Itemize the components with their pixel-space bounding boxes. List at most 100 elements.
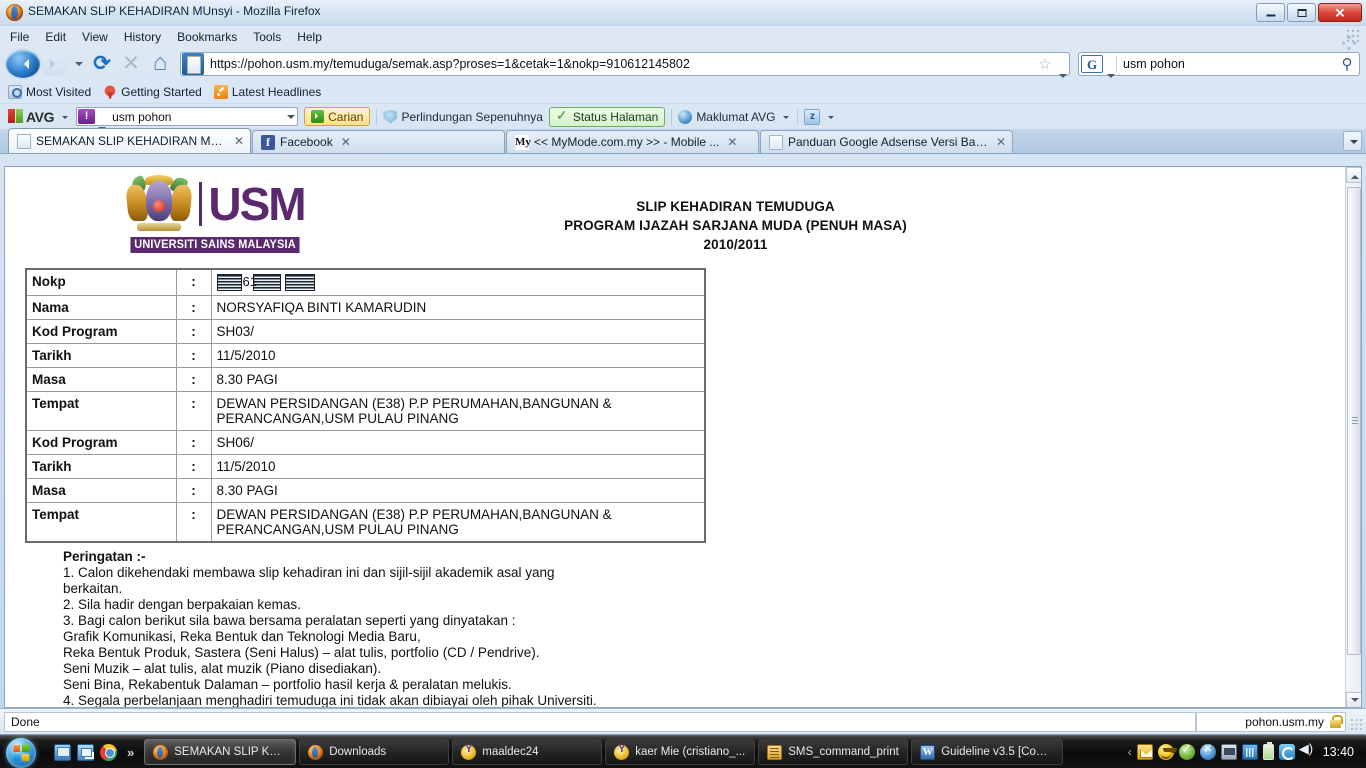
scroll-up-icon[interactable] [1346, 167, 1361, 183]
tab-close-icon[interactable]: ✕ [996, 135, 1006, 149]
taskbar-item-semakan-slip[interactable]: SEMAKAN SLIP KEH... [144, 739, 297, 765]
avg-search-history-icon[interactable] [283, 108, 297, 125]
avg-page-status-button[interactable]: Status Halaman [548, 106, 666, 127]
check-icon [556, 107, 569, 124]
clock[interactable]: 13:40 [1321, 745, 1358, 759]
taskbar-item-maaldec24[interactable]: maaldec24 [452, 739, 603, 765]
avg-extra-dropdown-icon[interactable] [826, 108, 836, 126]
show-desktop-icon[interactable] [54, 743, 71, 761]
row-separator: : [175, 343, 212, 368]
avg-info-dropdown-icon[interactable] [781, 108, 791, 126]
back-button[interactable] [6, 50, 40, 78]
title-line-1: SLIP KEHADIRAN TEMUDUGA [636, 199, 835, 214]
tab-close-icon[interactable]: ✕ [341, 135, 351, 149]
row-separator: : [175, 391, 212, 431]
yahoo-icon[interactable]: ! [78, 109, 96, 124]
avg-search-button[interactable]: Carian [304, 107, 371, 126]
url-input[interactable]: https://pohon.usm.my/temuduga/semak.asp?… [206, 57, 1034, 71]
taskbar: » SEMAKAN SLIP KEH... Downloads maaldec2… [0, 735, 1366, 768]
bookmark-label: Most Visited [26, 85, 92, 99]
battery-icon[interactable] [1262, 742, 1274, 760]
reload-button[interactable]: ⟳ [89, 51, 115, 77]
tab-mymode[interactable]: My << MyMode.com.my >> - Mobile ... ✕ [506, 130, 759, 153]
bookmark-most-visited[interactable]: Most Visited [8, 85, 91, 99]
search-bar[interactable]: G usm pohon ⚲ [1078, 52, 1360, 78]
note-line: Seni Bina, Rekabentuk Dalaman – portfoli… [63, 677, 512, 692]
list-all-tabs-icon[interactable] [1343, 131, 1362, 151]
search-icon[interactable]: ⚲ [1335, 55, 1359, 73]
row-value-tarikh-2: 11/5/2010 [210, 454, 706, 479]
site-identity-icon[interactable] [182, 53, 204, 75]
resize-grip-icon[interactable] [1350, 718, 1363, 731]
tab-close-icon[interactable]: ✕ [234, 134, 244, 148]
row-value-tempat-1: DEWAN PERSIDANGAN (E38) P.P PERUMAHAN,BA… [210, 391, 706, 431]
taskbar-item-label: Downloads [329, 746, 387, 758]
taskbar-item-guideline[interactable]: W Guideline v3.5 [Com... [911, 739, 1064, 765]
show-hidden-icons-icon[interactable]: ‹ [1128, 745, 1132, 759]
maximize-button[interactable] [1287, 3, 1316, 22]
row-label: Tarikh [25, 454, 177, 479]
row-value-tarikh-1: 11/5/2010 [210, 343, 706, 368]
search-input[interactable]: usm pohon [1117, 57, 1335, 71]
yahoo-messenger-smiley-icon[interactable] [1157, 744, 1174, 760]
avg-extra-icon[interactable]: z [804, 108, 821, 125]
avg-protection-status[interactable]: Perlindungan Sepenuhnya [383, 109, 543, 124]
scrollbar-thumb[interactable] [1347, 187, 1361, 655]
shield-icon [383, 109, 398, 124]
mail-icon[interactable] [1136, 744, 1153, 760]
menu-history[interactable]: History [124, 30, 161, 44]
menu-tools[interactable]: Tools [253, 30, 281, 44]
row-label: Tempat [25, 391, 177, 431]
tab-close-icon[interactable]: ✕ [727, 135, 737, 149]
menu-help[interactable]: Help [297, 30, 322, 44]
firefox-bookmark-icon [103, 85, 118, 99]
taskbar-item-kaer-mie[interactable]: kaer Mie (cristiano_... [605, 739, 756, 765]
avg-toolbar: AVG ! usm pohon Carian Perlindungan Sepe… [0, 103, 1366, 131]
menu-file[interactable]: File [10, 30, 29, 44]
tab-facebook[interactable]: f Facebook ✕ [252, 130, 505, 153]
menu-view[interactable]: View [82, 30, 108, 44]
avg-search-input[interactable]: usm pohon [107, 110, 283, 124]
scroll-down-icon[interactable] [1346, 692, 1361, 707]
status-bar: Done pohon.usm.my [0, 708, 1366, 734]
minimize-button[interactable] [1256, 3, 1285, 22]
mymode-icon: My [515, 134, 531, 150]
msn-tray-icon[interactable] [1199, 742, 1216, 760]
page-scrollbar[interactable] [1345, 167, 1361, 707]
yahoo-messenger-icon [614, 743, 630, 760]
switch-windows-icon[interactable] [77, 743, 94, 761]
row-value-masa-2: 8.30 PAGI [210, 478, 706, 503]
avg-info-button[interactable]: Maklumat AVG [678, 109, 775, 124]
close-button[interactable]: ✕ [1318, 3, 1362, 22]
security-domain-indicator[interactable]: pohon.usm.my [1196, 711, 1346, 732]
start-button[interactable] [0, 737, 48, 768]
modem-icon[interactable] [1241, 744, 1258, 760]
avg-tray-icon[interactable] [1178, 741, 1195, 760]
home-button[interactable] [147, 49, 173, 77]
menu-bookmarks[interactable]: Bookmarks [177, 30, 237, 44]
screen: SEMAKAN SLIP KEHADIRAN MUnsyi - Mozilla … [0, 0, 1366, 768]
bookmark-latest-headlines[interactable]: Latest Headlines [213, 85, 321, 99]
quick-launch-overflow-icon[interactable]: » [123, 745, 138, 760]
table-row: Tarikh : 11/5/2010 [25, 343, 706, 368]
domain-label: pohon.usm.my [1245, 714, 1324, 729]
tab-semakan-slip[interactable]: SEMAKAN SLIP KEHADIRAN MUn... ✕ [8, 128, 251, 153]
document-header: USM UNIVERSITI SAINS MALAYSIA SLIP KEHAD… [5, 174, 1346, 254]
bookmark-getting-started[interactable]: Getting Started [103, 85, 202, 99]
history-dropdown-icon[interactable] [72, 52, 86, 76]
notepad-icon [767, 744, 783, 760]
url-bar[interactable]: https://pohon.usm.my/temuduga/semak.asp?… [180, 52, 1070, 78]
avg-search-box[interactable]: ! usm pohon [76, 107, 299, 131]
volume-icon[interactable] [1299, 741, 1316, 760]
bookmark-star-icon[interactable]: ☆ [1034, 55, 1056, 73]
avg-menu-dropdown-icon[interactable] [60, 108, 70, 126]
search-engine-icon[interactable]: G [1081, 55, 1103, 73]
bookmarks-toolbar: Most Visited Getting Started Latest Head… [0, 81, 1366, 103]
chrome-icon[interactable] [100, 743, 117, 761]
menu-edit[interactable]: Edit [45, 30, 66, 44]
taskbar-item-downloads[interactable]: Downloads [299, 739, 450, 765]
tab-panduan-adsense[interactable]: Panduan Google Adsense Versi Bah... ✕ [760, 130, 1013, 153]
sync-icon[interactable] [1278, 744, 1295, 760]
network-icon[interactable] [1220, 744, 1237, 760]
taskbar-item-sms-command-print[interactable]: SMS_command_print [758, 739, 909, 765]
